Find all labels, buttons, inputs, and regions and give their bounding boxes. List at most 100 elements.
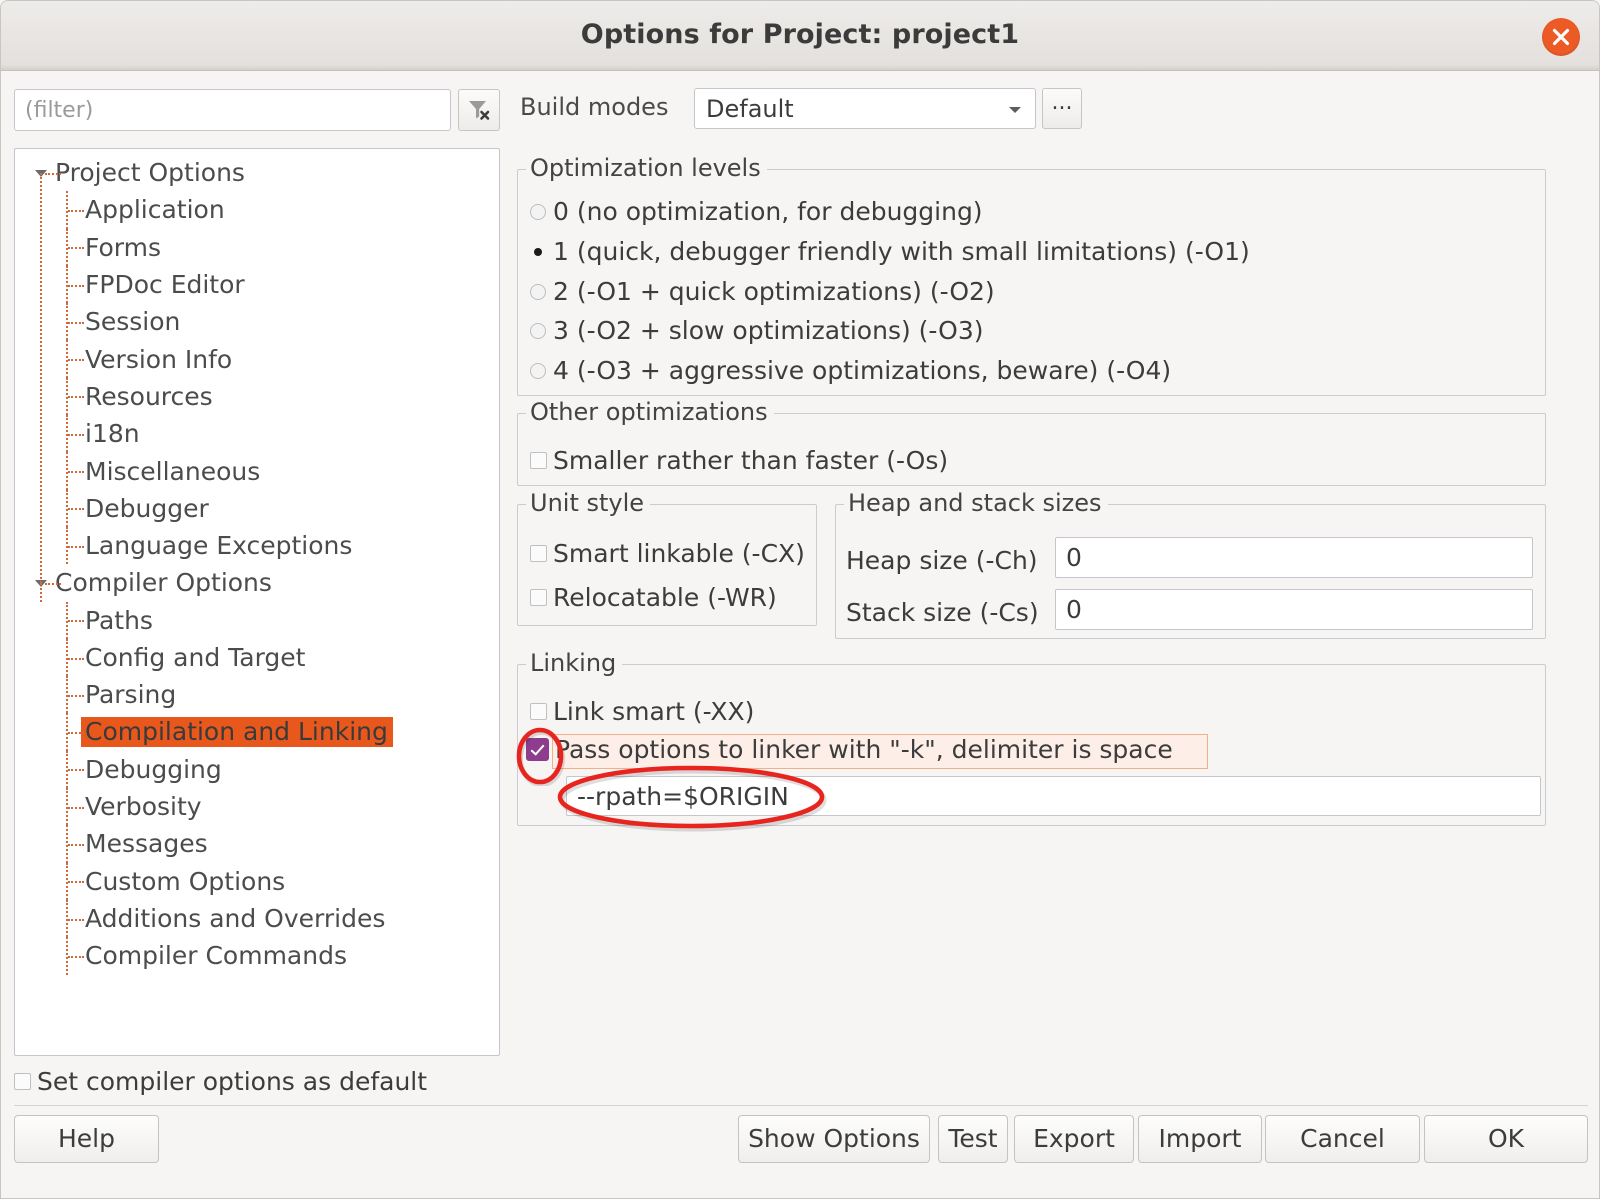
radio-optimization-level-1[interactable]: 1 (quick, debugger friendly with small l… <box>530 239 1250 264</box>
export-button[interactable]: Export <box>1014 1115 1134 1163</box>
checkbox-box <box>14 1073 31 1090</box>
tree-connector <box>68 843 84 846</box>
tree-connector <box>68 508 84 511</box>
tree-item-verbosity[interactable]: Verbosity <box>15 788 499 826</box>
checkbox-label: Smart linkable (-CX) <box>553 539 805 568</box>
linking-title: Linking <box>526 649 623 677</box>
other-optimizations-title: Other optimizations <box>526 398 774 426</box>
tree-item-fpdoc-editor[interactable]: FPDoc Editor <box>15 265 499 304</box>
tree-item-compilation-and-linking[interactable]: Compilation and Linking <box>15 713 499 751</box>
tree-item-label: Compiler Options <box>55 568 272 598</box>
checkbox-relocatable[interactable]: Relocatable (-WR) <box>530 585 777 610</box>
tree-item-parsing[interactable]: Parsing <box>15 676 499 714</box>
tree-item-version-info[interactable]: Version Info <box>15 340 499 378</box>
tree-item-forms[interactable]: Forms <box>15 228 499 266</box>
tree-item-label: Application <box>85 195 225 225</box>
checkbox-label: Set compiler options as default <box>37 1067 428 1096</box>
tree-connector <box>68 694 84 697</box>
checkbox-smaller-rather-than-faster[interactable]: Smaller rather than faster (-Os) <box>530 448 948 473</box>
tree-item-resources[interactable]: Resources <box>15 377 499 416</box>
checkbox-pass-options-to-linker[interactable]: Pass options to linker with "-k", delimi… <box>526 737 1173 762</box>
tree-item-label: Language Exceptions <box>85 531 353 561</box>
options-tree[interactable]: Project Options Application Forms FPDoc Edi… <box>14 148 500 1056</box>
radio-optimization-level-3[interactable]: 3 (-O2 + slow optimizations) (-O3) <box>530 318 983 343</box>
import-button[interactable]: Import <box>1138 1115 1262 1163</box>
radio-label: 2 (-O1 + quick optimizations) (-O2) <box>553 277 995 306</box>
tree-item-label: Debugging <box>85 754 222 784</box>
tree-item-messages[interactable]: Messages <box>15 825 499 863</box>
tree-item-miscellaneous[interactable]: Miscellaneous <box>15 452 499 490</box>
tree-connector <box>68 732 84 735</box>
tree-item-label: Debugger <box>85 493 209 523</box>
tree-connector <box>68 918 84 921</box>
tree-item-language-exceptions[interactable]: Language Exceptions <box>15 526 499 565</box>
filter-input[interactable] <box>14 89 451 131</box>
cancel-button[interactable]: Cancel <box>1265 1115 1420 1163</box>
linker-options-input[interactable] <box>566 776 1541 816</box>
stack-size-label: Stack size (-Cs) <box>846 598 1039 627</box>
stack-size-input[interactable] <box>1055 589 1533 630</box>
build-modes-more-button[interactable]: ... <box>1042 88 1082 129</box>
tree-item-label: Project Options <box>55 158 245 188</box>
tree-connector <box>45 172 61 175</box>
heap-size-input[interactable] <box>1055 537 1533 578</box>
tree-item-paths[interactable]: Paths <box>15 601 499 639</box>
checkbox-set-compiler-options-as-default[interactable]: Set compiler options as default <box>14 1069 427 1094</box>
build-modes-select[interactable]: Default <box>694 88 1036 129</box>
radio-label: 1 (quick, debugger friendly with small l… <box>553 237 1250 266</box>
tree-item-compiler-options[interactable]: Compiler Options <box>15 564 499 602</box>
radio-label: 4 (-O3 + aggressive optimizations, bewar… <box>553 356 1172 385</box>
filter-clear-icon[interactable] <box>458 89 500 131</box>
checkbox-smart-linkable[interactable]: Smart linkable (-CX) <box>530 541 805 566</box>
tree-connector <box>68 433 84 436</box>
tree-item-config-and-target[interactable]: Config and Target <box>15 638 499 677</box>
tree-item-debugging[interactable]: Debugging <box>15 750 499 789</box>
tree-connector <box>68 881 84 884</box>
build-modes-value: Default <box>706 95 794 123</box>
checkbox-box <box>530 545 547 562</box>
close-icon[interactable] <box>1542 18 1580 56</box>
tree-item-project-options[interactable]: Project Options <box>15 154 499 191</box>
tree-connector <box>68 955 84 958</box>
tree-item-label: Additions and Overrides <box>85 904 386 934</box>
tree-connector <box>68 769 84 772</box>
tree-connector <box>45 582 61 585</box>
radio-circle <box>530 362 546 379</box>
tree-item-label: Version Info <box>85 344 233 374</box>
radio-label: 3 (-O2 + slow optimizations) (-O3) <box>553 316 984 345</box>
tree-item-additions-and-overrides[interactable]: Additions and Overrides <box>15 899 499 938</box>
heap-and-stack-title: Heap and stack sizes <box>844 489 1108 517</box>
unit-style-title: Unit style <box>526 489 651 517</box>
radio-circle <box>530 283 546 300</box>
chevron-down-icon <box>1009 107 1021 113</box>
tree-item-debugger[interactable]: Debugger <box>15 489 499 527</box>
checkbox-link-smart[interactable]: Link smart (-XX) <box>530 699 754 724</box>
tree-item-compiler-commands[interactable]: Compiler Commands <box>15 937 499 975</box>
tree-item-label: Forms <box>85 232 162 262</box>
tree-connector <box>68 545 84 548</box>
show-options-button[interactable]: Show Options <box>738 1115 930 1163</box>
radio-optimization-level-0[interactable]: 0 (no optimization, for debugging) <box>530 199 983 224</box>
radio-optimization-level-4[interactable]: 4 (-O3 + aggressive optimizations, bewar… <box>530 358 1171 383</box>
radio-optimization-level-2[interactable]: 2 (-O1 + quick optimizations) (-O2) <box>530 279 995 304</box>
tree-item-label: Config and Target <box>85 643 306 672</box>
tree-item-session[interactable]: Session <box>15 303 499 341</box>
tree-item-i18n[interactable]: i18n <box>15 415 499 453</box>
tree-item-application[interactable]: Application <box>15 191 499 229</box>
tree-item-label: FPDoc Editor <box>85 270 245 300</box>
checkbox-label: Pass options to linker with "-k", delimi… <box>555 735 1173 764</box>
ok-button[interactable]: OK <box>1424 1115 1588 1163</box>
test-button[interactable]: Test <box>938 1115 1008 1163</box>
checkbox-box <box>530 452 547 469</box>
tree-item-label: Compiler Commands <box>85 941 347 971</box>
tree-item-custom-options[interactable]: Custom Options <box>15 862 499 900</box>
build-modes-label: Build modes <box>520 93 669 121</box>
tree-item-label: Custom Options <box>85 866 286 896</box>
tree-connector <box>40 582 42 602</box>
help-button[interactable]: Help <box>14 1115 159 1163</box>
tree-item-label: Miscellaneous <box>85 456 261 486</box>
optimization-levels-title: Optimization levels <box>526 154 767 182</box>
options-dialog: Options for Project: project1 Build mode… <box>0 0 1600 1199</box>
tree-connector <box>68 321 84 324</box>
radio-circle <box>530 322 546 339</box>
